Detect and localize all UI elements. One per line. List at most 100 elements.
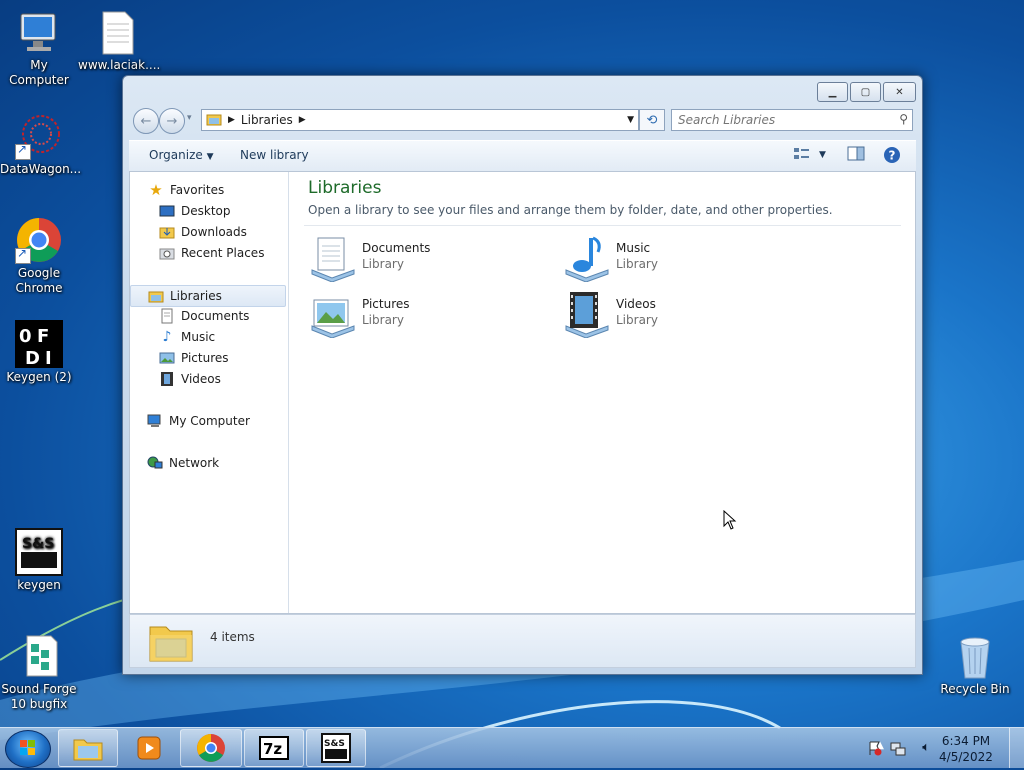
show-desktop-button[interactable] — [1009, 728, 1024, 768]
network-icon — [147, 455, 163, 471]
volume-icon[interactable]: 🔈︎ — [922, 740, 930, 755]
clock-time: 6:34 PM — [941, 734, 991, 748]
nav-videos[interactable]: Videos — [130, 369, 286, 389]
desktop-icon-label: www.laciak.... — [78, 58, 161, 72]
breadcrumb-separator-icon[interactable]: ▶ — [228, 115, 235, 125]
desktop-icon-label: My Computer — [9, 58, 69, 87]
start-button[interactable] — [5, 730, 51, 768]
library-item-music[interactable]: Music Library — [562, 234, 792, 284]
recent-places-icon — [159, 245, 175, 261]
library-type: Library — [616, 313, 658, 327]
svg-text:I: I — [45, 348, 52, 368]
media-player-icon — [137, 736, 161, 760]
preview-pane-button[interactable] — [847, 146, 865, 165]
desktop-icon-recycle-bin[interactable]: Recycle Bin — [936, 632, 1014, 697]
nav-my-computer[interactable]: My Computer — [130, 411, 286, 431]
minimize-button[interactable]: ▁ — [817, 82, 848, 102]
keygen-icon: 0FDI — [15, 320, 63, 369]
nav-pictures[interactable]: Pictures — [130, 348, 286, 368]
address-bar[interactable]: ▶ Libraries ▶ ▼ — [201, 109, 639, 131]
pictures-icon — [159, 350, 175, 366]
change-view-button[interactable] — [793, 146, 811, 165]
nav-desktop[interactable]: Desktop — [130, 201, 286, 221]
taskbar-media-player[interactable] — [120, 729, 178, 767]
recent-pages-dropdown[interactable]: ▾ — [187, 113, 192, 123]
taskbar-keygen[interactable]: S&S — [306, 729, 366, 767]
chrome-icon — [15, 216, 63, 264]
desktop-icon-datawagon[interactable]: DataWagon... — [0, 112, 81, 177]
star-icon: ★ — [149, 181, 163, 199]
view-dropdown-icon[interactable]: ▼ — [819, 150, 826, 160]
help-icon: ? — [884, 147, 900, 163]
nav-network[interactable]: Network — [130, 453, 286, 473]
close-button[interactable]: ✕ — [883, 82, 916, 102]
refresh-button[interactable]: ⟲ — [639, 109, 665, 131]
film-icon — [159, 371, 175, 387]
desktop-icon-sound-forge[interactable]: Sound Forge 10 bugfix — [0, 632, 78, 712]
navigation-bar: ← → ▾ ▶ Libraries ▶ ▼ ⟲ ⚲ — [131, 107, 914, 134]
documents-library-icon — [311, 237, 355, 282]
nav-favorites[interactable]: ★ Favorites — [130, 180, 286, 200]
7zip-icon: 7z — [259, 736, 289, 760]
library-list: Libraries Open a library to see your fil… — [290, 172, 915, 613]
taskbar-chrome[interactable] — [180, 729, 242, 767]
datawagon-icon — [15, 112, 63, 160]
back-button[interactable]: ← — [133, 108, 159, 134]
nav-downloads[interactable]: Downloads — [130, 222, 286, 242]
network-status-icon[interactable] — [890, 740, 906, 759]
library-item-documents[interactable]: Documents Library — [308, 234, 538, 284]
desktop-icon-label: Google Chrome — [15, 266, 63, 295]
nav-libraries[interactable]: Libraries — [130, 285, 286, 307]
nav-documents[interactable]: Documents — [130, 306, 286, 326]
library-type: Library — [362, 257, 404, 271]
back-arrow-icon: ← — [140, 113, 152, 129]
preview-pane-icon — [847, 146, 865, 161]
new-library-button[interactable]: New library — [240, 148, 309, 162]
desktop: { "desktop": { "icons": [ {"name":"My Co… — [0, 0, 1024, 768]
svg-text:?: ? — [889, 149, 896, 163]
search-box[interactable]: ⚲ — [671, 109, 913, 131]
refresh-icon: ⟲ — [646, 112, 658, 128]
desktop-icon-label: Sound Forge 10 bugfix — [1, 682, 77, 711]
downloads-folder-icon — [159, 224, 175, 240]
shortcut-arrow-icon — [15, 142, 31, 160]
clock-date: 4/5/2022 — [939, 750, 993, 764]
nav-recent-places[interactable]: Recent Places — [130, 243, 286, 263]
desktop-icon-label: Recycle Bin — [940, 682, 1010, 696]
libraries-folder-icon — [206, 112, 222, 129]
computer-icon — [147, 413, 163, 429]
search-icon[interactable]: ⚲ — [899, 112, 908, 126]
explorer-window: ▁ ▢ ✕ ← → ▾ ▶ Libraries ▶ ▼ ⟲ ⚲ Organize… — [122, 75, 923, 675]
library-item-pictures[interactable]: Pictures Library — [308, 290, 538, 340]
action-center-flag-icon[interactable] — [868, 740, 882, 759]
desktop-icon-keygen-2[interactable]: 0FDI Keygen (2) — [0, 320, 78, 385]
desktop-icon-keygen[interactable]: S&S keygen — [0, 528, 78, 593]
taskbar-7zip[interactable]: 7z — [244, 729, 304, 767]
system-tray: ▲ 🔈︎ 6:34 PM 4/5/2022 — [854, 728, 1024, 768]
sns-logo-icon: S&S — [15, 528, 63, 576]
library-type: Library — [362, 313, 404, 327]
taskbar-explorer[interactable] — [58, 729, 118, 767]
svg-text:0: 0 — [19, 326, 32, 347]
text-file-icon — [93, 8, 141, 56]
desktop-icon-chrome[interactable]: Google Chrome — [0, 216, 78, 296]
forward-button[interactable]: → — [159, 108, 185, 134]
maximize-button[interactable]: ▢ — [850, 82, 881, 102]
desktop-folder-icon — [159, 203, 175, 219]
help-button[interactable]: ? — [883, 146, 901, 167]
desktop-icon-laciak[interactable]: www.laciak.... — [78, 8, 161, 73]
sns-logo-icon: S&S — [321, 733, 351, 763]
nav-music[interactable]: ♪ Music — [130, 327, 286, 347]
library-item-videos[interactable]: Videos Library — [562, 290, 792, 340]
address-history-dropdown-icon[interactable]: ▼ — [627, 115, 634, 125]
item-count: 4 items — [210, 630, 255, 644]
clock[interactable]: 6:34 PM 4/5/2022 — [936, 733, 996, 765]
library-name: Pictures — [362, 297, 410, 311]
breadcrumb-libraries[interactable]: Libraries — [241, 113, 293, 127]
search-input[interactable] — [672, 112, 888, 128]
page-title: Libraries — [308, 178, 382, 198]
desktop-icon-my-computer[interactable]: My Computer — [0, 8, 78, 88]
organize-button[interactable]: Organize ▼ — [149, 148, 214, 162]
breadcrumb-separator-icon[interactable]: ▶ — [299, 115, 306, 125]
content-area: ★ Favorites Desktop Downloads Recent Pla… — [129, 171, 916, 614]
